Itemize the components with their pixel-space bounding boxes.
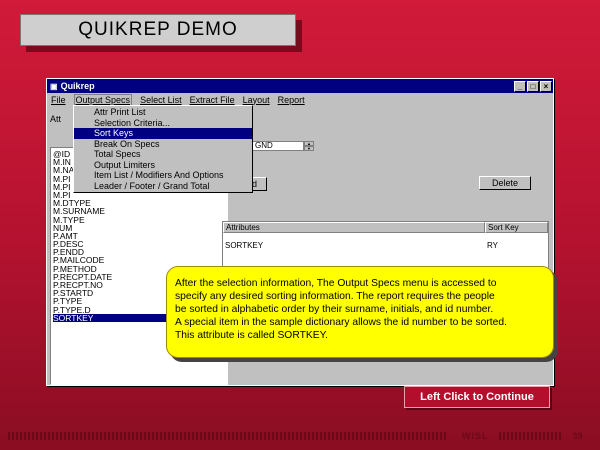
cell-sort-key: RY xyxy=(487,241,498,250)
menu-item-output-limiters[interactable]: Output Limiters xyxy=(74,160,252,171)
col-header-attributes[interactable]: Attributes xyxy=(223,222,485,233)
menu-item-attr-print-list[interactable]: Attr Print List xyxy=(74,107,252,118)
window-titlebar: ▣ Quikrep _ □ × xyxy=(47,79,553,93)
combo-spinner[interactable]: ▲ ▼ xyxy=(304,141,314,151)
callout-line: After the selection information, The Out… xyxy=(175,278,497,289)
output-specs-menu: Attr Print List Selection Criteria... So… xyxy=(73,105,253,193)
menu-report[interactable]: Report xyxy=(278,95,305,105)
attributes-label: Att xyxy=(50,114,62,124)
explanation-callout: After the selection information, The Out… xyxy=(166,266,554,358)
callout-line: specify any desired sorting information.… xyxy=(175,291,495,302)
callout-line: A special item in the sample dictionary … xyxy=(175,317,507,328)
callout-line: This attribute is called SORTKEY. xyxy=(175,330,328,341)
footer-org: WISL xyxy=(462,431,489,441)
minimize-icon[interactable]: _ xyxy=(514,80,526,92)
callout-line: be sorted in alphabetic order by their s… xyxy=(175,304,494,315)
menu-item-item-list-modifiers[interactable]: Item List / Modifiers And Options xyxy=(74,170,252,181)
list-item[interactable]: M.TYPE xyxy=(53,215,225,224)
table-header: Attributes Sort Key xyxy=(223,222,548,233)
footer-pattern-2 xyxy=(498,432,563,440)
col-header-sort-key[interactable]: Sort Key xyxy=(485,222,548,233)
footer-pattern xyxy=(8,432,448,440)
close-icon[interactable]: × xyxy=(540,80,552,92)
menu-item-leader-footer[interactable]: Leader / Footer / Grand Total xyxy=(74,181,252,192)
menu-item-break-on-specs[interactable]: Break On Specs xyxy=(74,139,252,150)
menu-output-specs[interactable]: Output Specs xyxy=(73,93,133,106)
menu-layout[interactable]: Layout xyxy=(243,95,270,105)
window-title: Quikrep xyxy=(60,81,95,91)
app-icon: ▣ xyxy=(50,81,58,91)
maximize-icon[interactable]: □ xyxy=(527,80,539,92)
cell-attribute: SORTKEY xyxy=(225,241,264,250)
menu-item-selection-criteria[interactable]: Selection Criteria... xyxy=(74,118,252,129)
sort-order-combo[interactable]: GND xyxy=(252,141,304,151)
menu-file[interactable]: File xyxy=(51,95,66,105)
table-row[interactable]: SORTKEY RY xyxy=(223,241,548,252)
slide-title-plate: QUIKREP DEMO xyxy=(20,14,296,46)
slide-footer: WISL 39 xyxy=(8,430,592,442)
list-item[interactable]: NUM xyxy=(53,223,225,232)
slide-title: QUIKREP DEMO xyxy=(78,19,238,40)
continue-button[interactable]: Left Click to Continue xyxy=(404,386,550,408)
menu-item-total-specs[interactable]: Total Specs xyxy=(74,149,252,160)
arrow-down-icon[interactable]: ▼ xyxy=(304,146,314,151)
page-number: 39 xyxy=(572,431,583,441)
delete-button[interactable]: Delete xyxy=(479,176,531,190)
menu-extract-file[interactable]: Extract File xyxy=(190,95,235,105)
menu-item-sort-keys[interactable]: Sort Keys xyxy=(74,128,252,139)
menu-select-list[interactable]: Select List xyxy=(140,95,182,105)
